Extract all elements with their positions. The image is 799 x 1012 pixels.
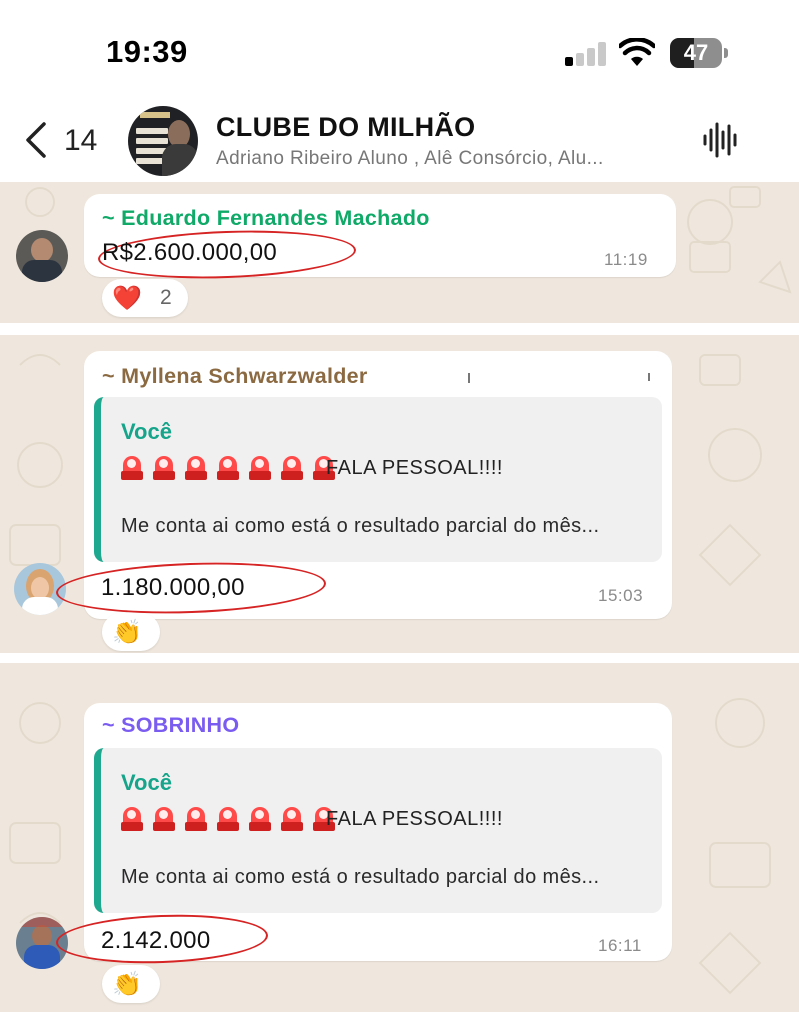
- quoted-message[interactable]: Você FALA PESSOAL!!!! Me conta ai como e…: [94, 748, 662, 913]
- message-bubble[interactable]: ~ Myllena Schwarzwalder Você FALA PESSOA…: [55, 351, 672, 619]
- group-title[interactable]: CLUBE DO MILHÃO: [216, 112, 475, 143]
- clapping-hands-icon: 👏: [112, 970, 142, 998]
- status-bar: 19:39 47: [0, 0, 799, 100]
- reaction-badge[interactable]: ❤️ 2: [102, 279, 188, 317]
- chat-panel: ~ SOBRINHO Você FALA PESSOAL!!!! Me cont…: [0, 663, 799, 1012]
- quoted-message[interactable]: Você FALA PESSOAL!!!! Me conta ai como e…: [94, 397, 662, 562]
- message-sender[interactable]: ~ Eduardo Fernandes Machado: [102, 206, 430, 231]
- battery-percent: 47: [683, 40, 709, 65]
- message-text: 2.142.000: [101, 927, 211, 954]
- quote-body: Me conta ai como está o resultado parcia…: [121, 515, 600, 537]
- quote-body: Me conta ai como está o resultado parcia…: [121, 866, 600, 888]
- message-bubble[interactable]: ~ Eduardo Fernandes Machado R$2.600.000,…: [84, 194, 676, 283]
- battery-icon: 47: [670, 38, 728, 68]
- quote-headline: FALA PESSOAL!!!!: [326, 808, 503, 830]
- clapping-hands-icon: 👏: [112, 618, 142, 646]
- reaction-badge[interactable]: 👏: [102, 613, 160, 651]
- back-unread-count[interactable]: 14: [64, 124, 97, 158]
- wifi-icon: [619, 38, 655, 66]
- message-time: 15:03: [598, 586, 644, 605]
- cellular-signal-icon: [565, 42, 607, 66]
- message-text: 1.180.000,00: [101, 574, 245, 601]
- message-sender[interactable]: ~ Myllena Schwarzwalder: [102, 364, 368, 389]
- chevron-left-icon[interactable]: [22, 120, 52, 160]
- status-time: 19:39: [106, 34, 188, 69]
- message-sender[interactable]: ~ SOBRINHO: [102, 713, 239, 738]
- group-participants[interactable]: Adriano Ribeiro Aluno , Alê Consórcio, A…: [216, 148, 676, 170]
- message-text: R$2.600.000,00: [102, 239, 278, 266]
- quote-headline: FALA PESSOAL!!!!: [326, 457, 503, 479]
- message-bubble[interactable]: ~ SOBRINHO Você FALA PESSOAL!!!! Me cont…: [55, 703, 672, 967]
- message-time: 11:19: [604, 250, 648, 269]
- quote-author: Você: [121, 770, 172, 795]
- reaction-count: 2: [160, 286, 172, 309]
- reaction-badge[interactable]: 👏: [102, 965, 160, 1003]
- chat-panel: ~ Myllena Schwarzwalder Você FALA PESSOA…: [0, 335, 799, 653]
- waveform-icon[interactable]: [702, 122, 740, 158]
- quote-author: Você: [121, 419, 172, 444]
- heart-icon: ❤️: [112, 284, 142, 312]
- message-time: 16:11: [598, 936, 642, 955]
- chat-panel: ~ Eduardo Fernandes Machado R$2.600.000,…: [0, 182, 799, 323]
- group-avatar[interactable]: [128, 106, 198, 176]
- avatar[interactable]: [16, 230, 68, 282]
- chat-header: 14 CLUBE DO MILHÃO Adriano Ribeiro Aluno…: [0, 100, 799, 182]
